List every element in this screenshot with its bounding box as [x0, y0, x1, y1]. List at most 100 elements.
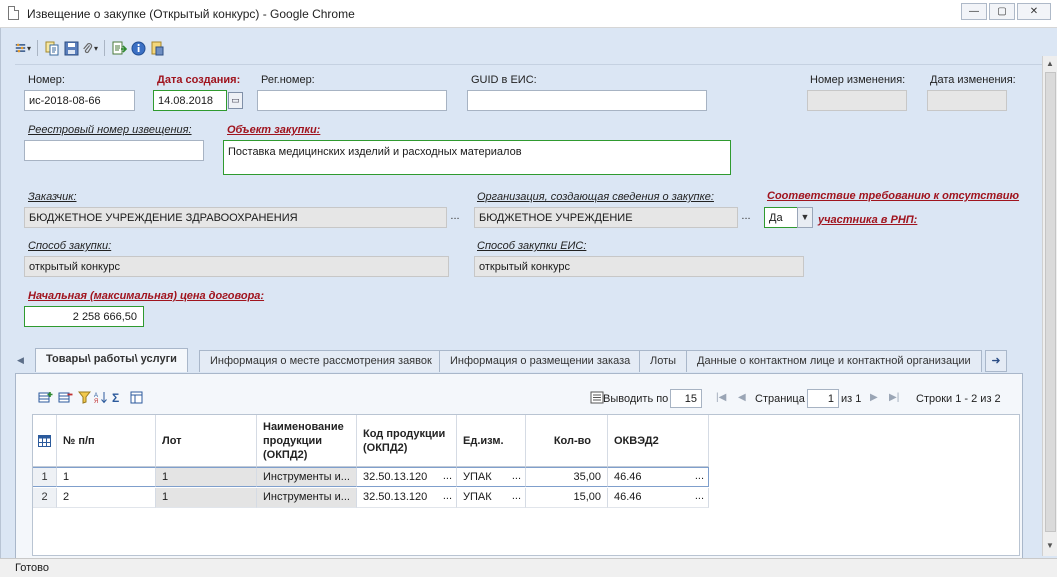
column-header-product-code[interactable]: Код продукции (ОКПД2): [357, 415, 457, 467]
window-titlebar: Извещение о закупке (Открытый конкурс) -…: [0, 0, 1057, 28]
cell-okved[interactable]: 46.46...: [608, 488, 709, 508]
purchase-object-label[interactable]: Объект закупки:: [227, 124, 320, 136]
copy-icon[interactable]: [44, 39, 60, 57]
max-price-field[interactable]: 2 258 666,50: [24, 306, 144, 327]
number-field[interactable]: ис-2018-08-66: [24, 90, 135, 111]
sum-icon[interactable]: Σ: [112, 391, 119, 405]
organization-label[interactable]: Организация, создающая сведения о закупк…: [477, 191, 714, 203]
column-header-quantity[interactable]: Кол-во: [526, 415, 608, 467]
toolbar-separator: [104, 40, 105, 56]
page-label: Страница: [755, 393, 805, 405]
purchase-method-eis-label[interactable]: Способ закупки ЕИС:: [477, 240, 586, 252]
first-page-icon[interactable]: |◀: [716, 392, 726, 403]
minimize-button[interactable]: —: [961, 3, 987, 20]
reg-number-field[interactable]: [257, 90, 447, 111]
cell-select-button[interactable]: ...: [443, 490, 452, 502]
sign-icon[interactable]: [149, 39, 165, 57]
add-row-icon[interactable]: [38, 391, 53, 407]
cell-select-button[interactable]: ...: [512, 470, 521, 482]
cell-lot[interactable]: 1: [156, 467, 257, 487]
cell-select-button[interactable]: ...: [443, 470, 452, 482]
rnp-compliance-label[interactable]: Соответствие требованию к отсутствию: [767, 190, 1019, 202]
cell-select-button[interactable]: ...: [512, 490, 521, 502]
column-header-product-name[interactable]: Наименование продукции (ОКПД2): [257, 415, 357, 467]
next-page-icon[interactable]: ▶: [870, 392, 878, 403]
cell-select-button[interactable]: ...: [695, 490, 704, 502]
cell-product-code[interactable]: 32.50.13.120...: [357, 488, 457, 508]
scroll-down-icon[interactable]: ▼: [1046, 541, 1054, 550]
window-title: Извещение о закупке (Открытый конкурс) -…: [27, 7, 355, 21]
grid-toolbar: AЯ Σ Выводить по 15 |◀ ◀ Страница 1 из 1…: [32, 388, 1020, 410]
purchase-object-field[interactable]: Поставка медицинских изделий и расходных…: [223, 140, 731, 175]
goods-panel: AЯ Σ Выводить по 15 |◀ ◀ Страница 1 из 1…: [15, 373, 1023, 559]
tools-icon[interactable]: [15, 39, 31, 57]
app-area: Номер: ис-2018-08-66 Дата создания: 14.0…: [0, 28, 1057, 559]
cell-quantity[interactable]: 15,00: [526, 488, 608, 508]
status-bar: Готово: [0, 558, 1057, 577]
cell-okved[interactable]: 46.46...: [608, 467, 709, 487]
cell-quantity[interactable]: 35,00: [526, 467, 608, 487]
chevron-down-icon[interactable]: ▼: [797, 207, 813, 228]
guid-field[interactable]: [467, 90, 707, 111]
cell-text: УПАК: [463, 491, 492, 503]
vertical-scrollbar[interactable]: ▲ ▼: [1042, 56, 1057, 556]
grid-menu-icon[interactable]: [33, 415, 57, 467]
prev-page-icon[interactable]: ◀: [738, 392, 746, 403]
cell-unit[interactable]: УПАК...: [457, 488, 526, 508]
close-button[interactable]: ✕: [1017, 3, 1051, 20]
max-price-label[interactable]: Начальная (максимальная) цена договора:: [28, 290, 264, 302]
cell-number[interactable]: 2: [57, 488, 156, 508]
tabs-scroll-left-icon[interactable]: ◀: [17, 355, 24, 366]
tab-contact-person[interactable]: Данные о контактном лице и контактной ор…: [686, 350, 982, 372]
scrollbar-thumb[interactable]: [1045, 72, 1056, 532]
page-size-input[interactable]: 15: [670, 389, 702, 408]
calendar-icon[interactable]: ▭: [228, 92, 243, 109]
customer-label[interactable]: Заказчик:: [28, 191, 77, 203]
column-header-lot[interactable]: Лот: [156, 415, 257, 467]
filter-icon[interactable]: [77, 391, 92, 407]
tab-goods[interactable]: Товары\ работы\ услуги: [35, 348, 188, 372]
info-icon[interactable]: [130, 39, 146, 57]
organization-select-button[interactable]: ...: [739, 207, 753, 228]
scroll-up-icon[interactable]: ▲: [1046, 59, 1054, 68]
tab-lots[interactable]: Лоты: [639, 350, 688, 372]
cell-text: 46.46: [614, 471, 642, 483]
customer-select-button[interactable]: ...: [448, 207, 462, 228]
sort-icon[interactable]: AЯ: [94, 391, 108, 407]
rnp-compliance-label-2[interactable]: участника в РНП:: [818, 214, 917, 226]
page-input[interactable]: 1: [807, 389, 839, 408]
created-date-label: Дата создания:: [157, 74, 241, 86]
cell-product-code[interactable]: 32.50.13.120...: [357, 467, 457, 487]
rows-count-label: Строки 1 - 2 из 2: [916, 393, 1001, 405]
column-header-number[interactable]: № п/п: [57, 415, 156, 467]
save-icon[interactable]: [63, 39, 79, 57]
rnp-compliance-select[interactable]: Да: [764, 207, 798, 228]
change-number-field: [807, 90, 907, 111]
cell-text: УПАК: [463, 471, 492, 483]
last-page-icon[interactable]: ▶|: [889, 392, 899, 403]
purchase-method-field: открытый конкурс: [24, 256, 449, 277]
registry-number-field[interactable]: [24, 140, 204, 161]
tab-review-place[interactable]: Информация о месте рассмотрения заявок: [199, 350, 443, 372]
attach-icon[interactable]: [82, 39, 98, 57]
column-header-unit[interactable]: Ед.изм.: [457, 415, 526, 467]
page-icon: [8, 6, 19, 20]
column-header-okved[interactable]: ОКВЭД2: [608, 415, 709, 467]
cell-lot[interactable]: 1: [156, 488, 257, 508]
registry-number-label[interactable]: Реестровый номер извещения:: [28, 124, 192, 136]
cell-number[interactable]: 1: [57, 467, 156, 487]
purchase-method-label[interactable]: Способ закупки:: [28, 240, 111, 252]
cell-product-name[interactable]: Инструменты и...: [257, 488, 357, 508]
page-of-label: из 1: [841, 393, 862, 405]
cell-product-name[interactable]: Инструменты и...: [257, 467, 357, 487]
cell-unit[interactable]: УПАК...: [457, 467, 526, 487]
grid-settings-icon[interactable]: [130, 391, 144, 407]
created-date-field[interactable]: 14.08.2018: [153, 90, 227, 111]
export-icon[interactable]: [111, 39, 127, 57]
tab-placement-info[interactable]: Информация о размещении заказа: [439, 350, 642, 372]
cell-select-button[interactable]: ...: [695, 470, 704, 482]
row-index: 2: [33, 488, 57, 508]
delete-row-icon[interactable]: [58, 391, 73, 407]
restore-button[interactable]: ▢: [989, 3, 1015, 20]
tabs-scroll-right-icon[interactable]: ➜: [985, 350, 1007, 372]
